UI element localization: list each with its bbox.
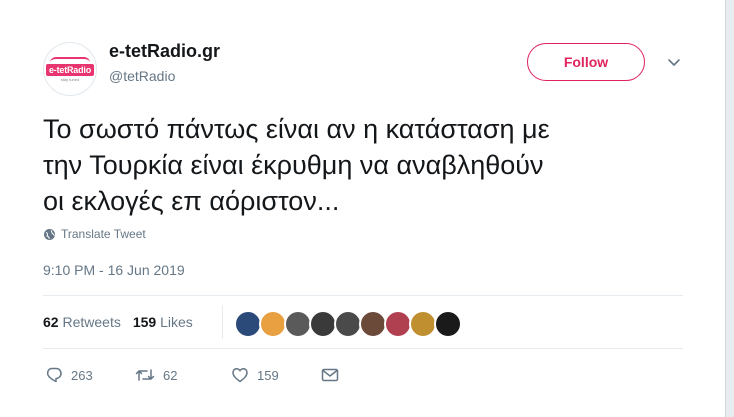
scrollbar-edge xyxy=(725,0,734,417)
logo-text: e-tetRadio xyxy=(45,63,94,76)
action-bar: 263 62 159 xyxy=(45,366,339,384)
reply-count: 263 xyxy=(71,367,93,383)
tweet-card: e-tetRadio stay tuned e-tetRadio.gr @tet… xyxy=(0,0,725,417)
translate-label: Translate Tweet xyxy=(61,227,146,241)
liker-avatar[interactable] xyxy=(234,310,262,338)
chevron-down-icon[interactable] xyxy=(667,55,681,69)
liker-avatars xyxy=(234,310,462,338)
retweets-label: Retweets xyxy=(62,314,121,330)
stats-separator xyxy=(222,305,223,339)
retweets-count: 62 xyxy=(43,314,59,330)
logo-subtitle: stay tuned xyxy=(60,76,80,82)
timestamp[interactable]: 9:10 PM - 16 Jun 2019 xyxy=(43,262,185,278)
liker-avatar[interactable] xyxy=(284,310,312,338)
likes-stat[interactable]: 159 Likes xyxy=(133,314,193,330)
divider xyxy=(43,348,683,349)
likes-count: 159 xyxy=(132,314,157,330)
translate-tweet-link[interactable]: Translate Tweet xyxy=(43,227,146,241)
radio-handle-shape xyxy=(50,56,90,63)
liker-avatar[interactable] xyxy=(434,310,462,338)
direct-message-button[interactable] xyxy=(321,367,339,383)
account-handle[interactable]: @tetRadio xyxy=(109,68,175,84)
like-count: 159 xyxy=(257,367,279,383)
liker-avatar[interactable] xyxy=(259,310,287,338)
avatar[interactable]: e-tetRadio stay tuned xyxy=(43,42,97,96)
liker-avatar[interactable] xyxy=(359,310,387,338)
retweet-icon xyxy=(135,369,155,381)
retweet-button[interactable]: 62 xyxy=(135,366,231,384)
message-icon xyxy=(321,368,339,382)
retweet-count: 62 xyxy=(163,367,178,383)
liker-avatar[interactable] xyxy=(384,310,412,338)
like-button[interactable]: 159 xyxy=(231,366,321,384)
globe-icon xyxy=(44,228,55,240)
reply-icon xyxy=(46,367,62,383)
engagement-stats: 62 Retweets 159 Likes xyxy=(43,314,193,330)
retweets-stat[interactable]: 62 Retweets xyxy=(43,314,121,330)
liker-avatar[interactable] xyxy=(409,310,437,338)
tweet-text: Το σωστό πάντως είναι αν η κατάσταση με … xyxy=(43,114,550,216)
follow-button[interactable]: Follow xyxy=(527,43,645,81)
liker-avatar[interactable] xyxy=(309,310,337,338)
like-icon xyxy=(232,368,248,383)
likes-label: Likes xyxy=(160,314,193,330)
liker-avatar[interactable] xyxy=(334,310,362,338)
account-name[interactable]: e-tetRadio.gr xyxy=(109,41,220,62)
reply-button[interactable]: 263 xyxy=(45,366,135,384)
divider xyxy=(43,295,683,296)
